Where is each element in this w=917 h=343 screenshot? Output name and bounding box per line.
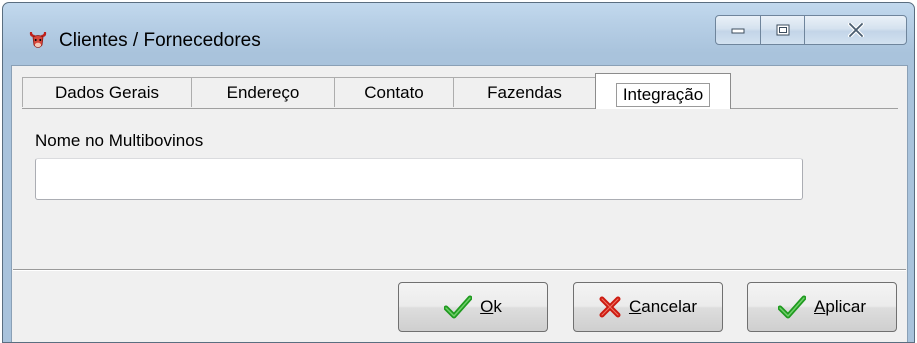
caption-buttons (715, 15, 907, 45)
title-bar[interactable]: Clientes / Fornecedores (3, 3, 914, 65)
ok-label: Ok (480, 297, 502, 316)
tab-label: Endereço (226, 82, 300, 102)
tab-label: Dados Gerais (55, 82, 159, 102)
maximize-icon (776, 24, 790, 36)
maximize-button[interactable] (760, 15, 805, 45)
nome-multibovinos-label: Nome no Multibovinos (35, 131, 204, 150)
tab-label: Contato (364, 82, 424, 102)
tab-dados-gerais[interactable]: Dados Gerais (22, 77, 192, 107)
window-title: Clientes / Fornecedores (59, 30, 261, 51)
tab-label: Integração (615, 82, 711, 107)
cow-head-icon[interactable] (27, 29, 49, 51)
apply-button[interactable]: Aplicar (747, 282, 897, 332)
x-cross-icon (599, 296, 621, 318)
dialog-window: Clientes / Fornecedores Dados Gerais End… (2, 2, 915, 343)
close-button[interactable] (804, 15, 907, 45)
checkmark-icon (778, 295, 807, 319)
minimize-icon (731, 26, 745, 34)
tab-endereco[interactable]: Endereço (191, 77, 335, 107)
tab-label: Fazendas (487, 82, 562, 102)
apply-label: Aplicar (814, 297, 866, 316)
cancel-label: Cancelar (628, 297, 698, 316)
dialog-body: Dados Gerais Endereço Contato Fazendas I… (11, 65, 908, 342)
tab-integracao[interactable]: Integração (595, 73, 731, 109)
nome-multibovinos-input[interactable] (35, 158, 803, 200)
tab-baseline (22, 108, 898, 109)
ok-button[interactable]: Ok (398, 282, 548, 332)
minimize-button[interactable] (715, 15, 761, 45)
tab-fazendas[interactable]: Fazendas (453, 77, 596, 107)
close-icon (847, 23, 864, 37)
tab-contato[interactable]: Contato (334, 77, 454, 107)
checkmark-icon (444, 295, 473, 319)
footer-separator (13, 269, 906, 271)
cancel-button[interactable]: Cancelar (573, 282, 723, 332)
